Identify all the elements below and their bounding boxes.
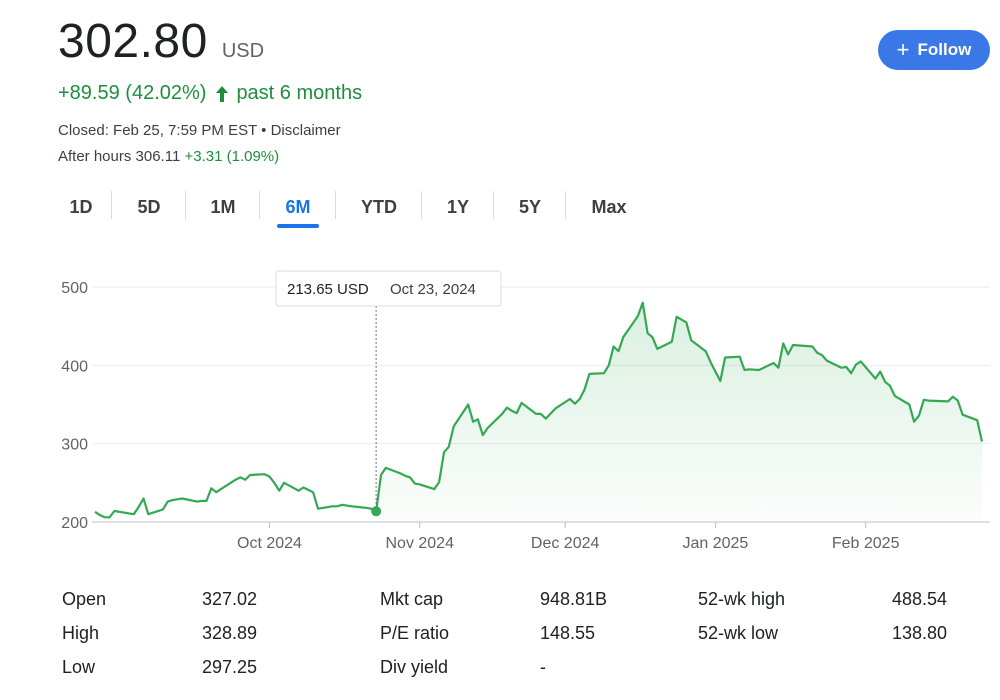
currency-label: USD	[221, 40, 265, 62]
tab-max[interactable]: Max	[566, 186, 652, 228]
y-tick-label-400: 400	[61, 358, 88, 375]
tab-1m[interactable]: 1M	[186, 186, 260, 228]
follow-label: Follow	[917, 40, 972, 59]
tab-ytd[interactable]: YTD	[336, 186, 422, 228]
price-row: 302.80 USD	[58, 14, 264, 69]
follow-button[interactable]: + Follow	[878, 30, 990, 70]
y-tick-label-500: 500	[61, 280, 88, 297]
stat-label-52wk-high: 52-wk high	[698, 589, 786, 609]
stat-value-pe-ratio: 148.55	[540, 623, 596, 643]
stat-value-open: 327.02	[202, 589, 258, 609]
after-hours-label: After hours 306.11	[58, 148, 181, 165]
stat-value-div-yield: -	[540, 657, 546, 677]
tab-5d[interactable]: 5D	[112, 186, 186, 228]
stats-table: Open 327.02 Mkt cap 948.81B 52-wk high 4…	[62, 585, 962, 687]
price-change: +89.59 (42.02%) past 6 months	[58, 82, 362, 105]
stats-row-3: Low 297.25 Div yield -	[62, 653, 962, 687]
stat-label-div-yield: Div yield	[380, 657, 449, 677]
closed-status: Closed: Feb 25, 7:59 PM EST • Disclaimer	[58, 122, 341, 139]
hover-point-marker	[371, 506, 382, 517]
stat-value-52wk-low: 138.80	[892, 623, 948, 643]
x-tick-label-0: Oct 2024	[237, 535, 302, 552]
tooltip-date: Oct 23, 2024	[390, 281, 476, 298]
y-tick-label-200: 200	[61, 515, 88, 532]
stat-label-pe-ratio: P/E ratio	[380, 623, 450, 643]
plus-icon: +	[896, 37, 910, 62]
stat-label-open: Open	[62, 589, 107, 609]
tab-5y[interactable]: 5Y	[494, 186, 566, 228]
stats-row-2: High 328.89 P/E ratio 148.55 52-wk low 1…	[62, 619, 962, 653]
price-area-fill	[376, 302, 983, 522]
tab-6m[interactable]: 6M	[260, 186, 336, 228]
y-tick-label-300: 300	[61, 437, 88, 454]
x-tick-label-3: Jan 2025	[682, 535, 748, 552]
stat-label-52wk-low: 52-wk low	[698, 623, 779, 643]
after-hours: After hours 306.11 +3.31 (1.09%)	[58, 148, 279, 165]
arrow-up-icon	[216, 85, 229, 102]
tooltip-value: 213.65 USD	[287, 281, 369, 298]
tab-1d[interactable]: 1D	[50, 186, 112, 228]
x-tick-label-2: Dec 2024	[531, 535, 600, 552]
stat-label-low: Low	[62, 657, 96, 677]
stat-value-high: 328.89	[202, 623, 258, 643]
stats-row-1: Open 327.02 Mkt cap 948.81B 52-wk high 4…	[62, 585, 962, 619]
range-tabs: 1D 5D 1M 6M YTD 1Y 5Y Max	[50, 186, 652, 228]
stat-label-mkt-cap: Mkt cap	[380, 589, 444, 609]
after-hours-change: +3.31 (1.09%)	[184, 148, 280, 165]
x-tick-label-4: Feb 2025	[832, 535, 900, 552]
stat-value-low: 297.25	[202, 657, 258, 677]
stat-value-mkt-cap: 948.81B	[540, 589, 608, 609]
stat-value-52wk-high: 488.54	[892, 589, 948, 609]
active-tab-indicator	[277, 224, 319, 228]
change-period: past 6 months	[236, 82, 363, 104]
x-tick-label-1: Nov 2024	[385, 535, 454, 552]
stat-label-high: High	[62, 623, 100, 643]
price-chart[interactable]: 200 300 400 500 Oct 2024 Nov 2024 Dec 2024 Jan …	[0, 260, 1000, 560]
current-price: 302.80	[58, 15, 208, 68]
tab-1y[interactable]: 1Y	[422, 186, 494, 228]
change-value: +89.59 (42.02%)	[58, 82, 207, 104]
